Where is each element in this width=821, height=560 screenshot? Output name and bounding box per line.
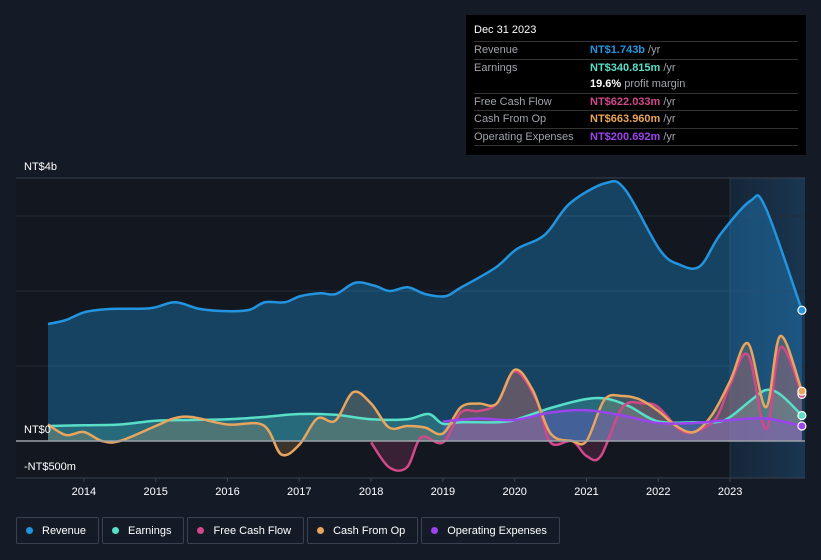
tooltip-value: NT$622.033m	[590, 95, 661, 108]
legend-item-earnings[interactable]: Earnings	[102, 517, 185, 544]
tooltip-unit: /yr	[663, 61, 676, 74]
x-tick-label: 2022	[646, 486, 670, 498]
x-tick-label: 2014	[72, 486, 96, 498]
legend-label: Revenue	[42, 524, 87, 537]
tooltip-unit: /yr	[648, 44, 661, 57]
tooltip-label: Free Cash Flow	[474, 95, 552, 108]
tooltip-label: Cash From Op	[474, 113, 547, 126]
y-axis-label: NT$4b	[24, 161, 57, 173]
tooltip-row: Earnings NT$340.815m/yr	[474, 60, 798, 77]
legend-item-cash-from-op[interactable]: Cash From Op	[307, 517, 419, 544]
x-tick-label: 2021	[574, 486, 598, 498]
tooltip-row: Cash From Op NT$663.960m/yr	[474, 111, 798, 129]
legend-dot-icon	[26, 527, 33, 534]
legend: Revenue Earnings Free Cash Flow Cash From O…	[16, 517, 560, 544]
tooltip-value: 19.6%	[590, 78, 622, 91]
tooltip-unit: /yr	[663, 95, 676, 108]
y-axis-label: NT$0	[24, 424, 51, 436]
operating-expenses-end-point[interactable]	[797, 421, 807, 431]
tooltip-row: Operating Expenses NT$200.692m/yr	[474, 129, 798, 146]
legend-dot-icon	[197, 527, 205, 534]
tooltip-value: NT$1.743b	[590, 44, 646, 57]
tooltip-value: NT$663.960m	[590, 113, 661, 126]
x-tick-label: 2023	[718, 486, 742, 498]
x-tick-label: 2020	[502, 486, 526, 498]
tooltip: Dec 31 2023 Revenue NT$1.743b/yr Earnings N…	[466, 15, 806, 155]
legend-dot-icon	[317, 527, 325, 534]
tooltip-row: 19.6% profit margin	[474, 76, 798, 94]
tooltip-label: Operating Expenses	[474, 130, 574, 143]
legend-label: Operating Expenses	[447, 524, 547, 537]
x-tick-label: 2019	[431, 486, 455, 498]
cash-from-op-end-point[interactable]	[797, 386, 807, 396]
earnings-end-point[interactable]	[797, 410, 807, 421]
legend-dot-icon	[112, 527, 120, 534]
tooltip-unit: profit margin	[624, 78, 686, 91]
tooltip-label: Revenue	[474, 44, 519, 57]
tooltip-label: Earnings	[474, 61, 518, 74]
legend-dot-icon	[431, 527, 439, 534]
x-tick-label: 2018	[359, 486, 383, 498]
legend-item-operating-expenses[interactable]: Operating Expenses	[421, 517, 560, 544]
legend-label: Earnings	[128, 524, 172, 537]
x-tick-label: 2017	[287, 486, 311, 498]
x-tick-label: 2015	[143, 486, 167, 498]
legend-item-free-cash-flow[interactable]: Free Cash Flow	[187, 517, 305, 544]
tooltip-row: Revenue NT$1.743b/yr	[474, 42, 798, 60]
tooltip-date: Dec 31 2023	[474, 23, 798, 42]
tooltip-unit: /yr	[663, 130, 676, 143]
tooltip-unit: /yr	[663, 113, 676, 126]
tooltip-value: NT$200.692m	[590, 130, 661, 143]
x-tick-label: 2016	[215, 486, 239, 498]
legend-label: Free Cash Flow	[213, 524, 292, 537]
legend-label: Cash From Op	[333, 524, 406, 537]
tooltip-row: Free Cash Flow NT$622.033m/yr	[474, 94, 798, 111]
tooltip-value: NT$340.815m	[590, 61, 661, 74]
legend-item-revenue[interactable]: Revenue	[16, 517, 100, 544]
revenue-end-point[interactable]	[797, 305, 807, 315]
y-axis-label: -NT$500m	[24, 461, 76, 473]
